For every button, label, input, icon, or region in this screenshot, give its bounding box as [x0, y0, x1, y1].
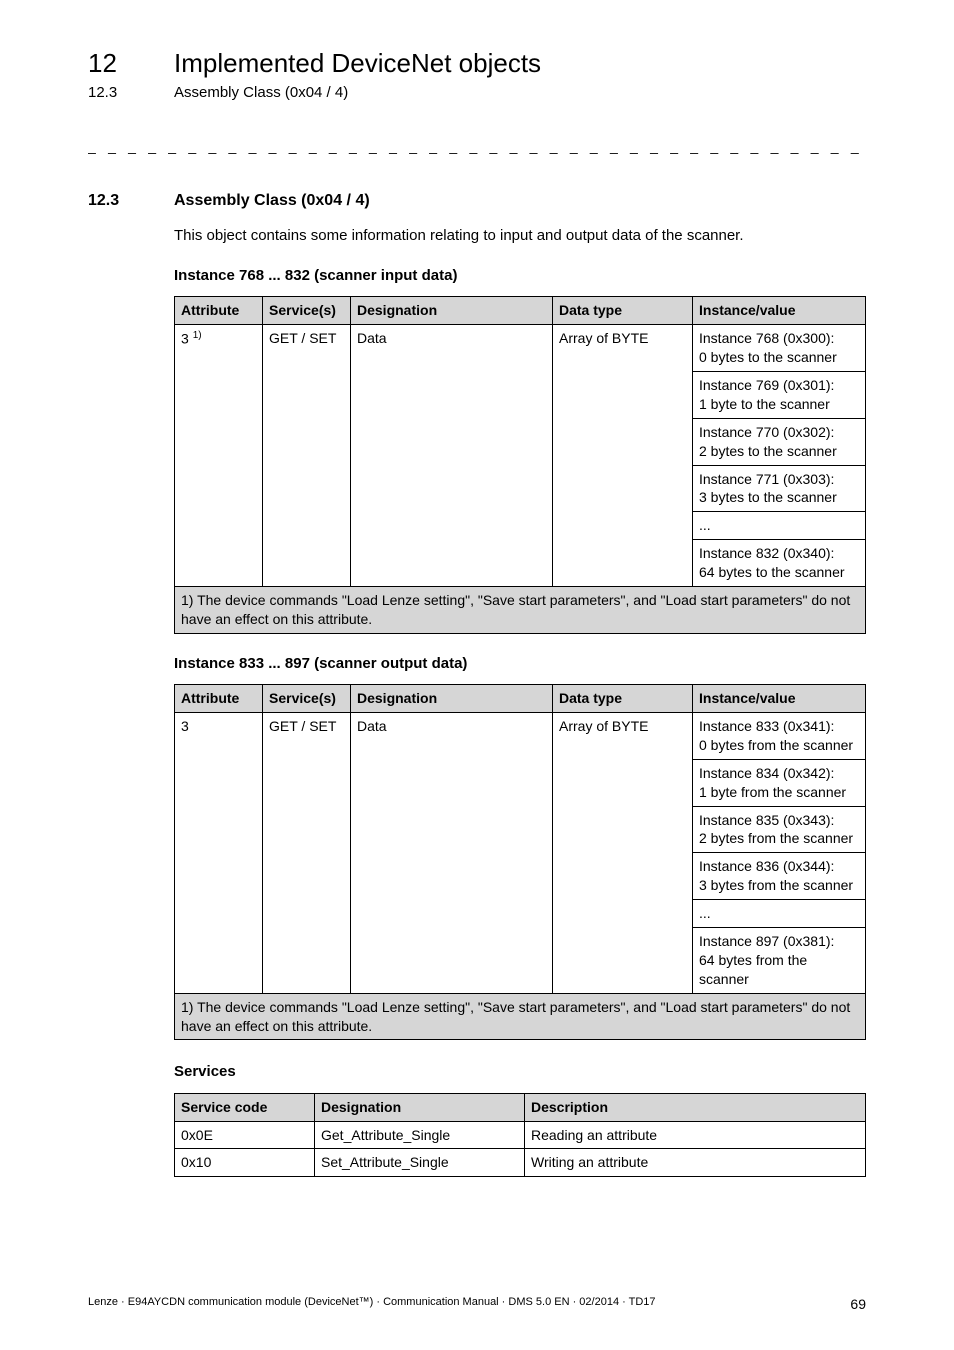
table2-label: Instance 833 ... 897 (scanner output dat…	[174, 654, 866, 674]
chapter-heading: 12 Implemented DeviceNet objects	[88, 46, 866, 81]
chapter-title: Implemented DeviceNet objects	[174, 46, 541, 81]
section-number: 12.3	[88, 190, 174, 212]
page-footer: Lenze · E94AYCDN communication module (D…	[88, 1295, 866, 1314]
cell-datatype: Array of BYTE	[553, 325, 693, 587]
subsection-number: 12.3	[88, 83, 174, 103]
cell-instance: Instance 834 (0x342):1 byte from the sca…	[693, 759, 866, 806]
cell-designation: Data	[351, 712, 553, 993]
th-datatype: Data type	[553, 297, 693, 325]
divider-rule: _ _ _ _ _ _ _ _ _ _ _ _ _ _ _ _ _ _ _ _ …	[88, 137, 866, 156]
page-number: 69	[850, 1295, 866, 1314]
cell-instance: Instance 771 (0x303):3 bytes to the scan…	[693, 465, 866, 512]
footnote-marker: 1)	[193, 330, 202, 341]
cell-footnote: 1) The device commands "Load Lenze setti…	[175, 993, 866, 1040]
th-designation: Designation	[351, 297, 553, 325]
cell-instance: Instance 836 (0x344):3 bytes from the sc…	[693, 853, 866, 900]
chapter-number: 12	[88, 46, 174, 81]
table-row: 3 1) GET / SET Data Array of BYTE Instan…	[175, 325, 866, 372]
cell-service: GET / SET	[263, 712, 351, 993]
table-row: 0x10 Set_Attribute_Single Writing an att…	[175, 1149, 866, 1177]
table-footnote-row: 1) The device commands "Load Lenze setti…	[175, 587, 866, 634]
th-instance: Instance/value	[693, 685, 866, 713]
chapter-subheading: 12.3 Assembly Class (0x04 / 4)	[88, 83, 866, 103]
cell-instance: Instance 770 (0x302):2 bytes to the scan…	[693, 418, 866, 465]
table-footnote-row: 1) The device commands "Load Lenze setti…	[175, 993, 866, 1040]
table-header-row: Attribute Service(s) Designation Data ty…	[175, 685, 866, 713]
cell-instance: Instance 897 (0x381):64 bytes from the s…	[693, 927, 866, 993]
th-designation: Designation	[315, 1093, 525, 1121]
th-attribute: Attribute	[175, 685, 263, 713]
th-service-code: Service code	[175, 1093, 315, 1121]
table2: Attribute Service(s) Designation Data ty…	[174, 684, 866, 1040]
cell-attribute: 3	[175, 712, 263, 993]
cell-service-code: 0x10	[175, 1149, 315, 1177]
table-header-row: Attribute Service(s) Designation Data ty…	[175, 297, 866, 325]
services-label: Services	[174, 1062, 866, 1082]
th-description: Description	[525, 1093, 866, 1121]
th-service: Service(s)	[263, 297, 351, 325]
cell-service: GET / SET	[263, 325, 351, 587]
th-instance: Instance/value	[693, 297, 866, 325]
cell-datatype: Array of BYTE	[553, 712, 693, 993]
cell-service-code: 0x0E	[175, 1121, 315, 1149]
footer-text: Lenze · E94AYCDN communication module (D…	[88, 1295, 656, 1314]
cell-instance: Instance 769 (0x301):1 byte to the scann…	[693, 372, 866, 419]
intro-paragraph: This object contains some information re…	[174, 226, 866, 246]
cell-instance: ...	[693, 512, 866, 540]
table-row: 0x0E Get_Attribute_Single Reading an att…	[175, 1121, 866, 1149]
cell-footnote: 1) The device commands "Load Lenze setti…	[175, 587, 866, 634]
services-table: Service code Designation Description 0x0…	[174, 1093, 866, 1178]
table-header-row: Service code Designation Description	[175, 1093, 866, 1121]
cell-instance: Instance 832 (0x340):64 bytes to the sca…	[693, 540, 866, 587]
section-title: Assembly Class (0x04 / 4)	[174, 190, 370, 212]
th-datatype: Data type	[553, 685, 693, 713]
subsection-title: Assembly Class (0x04 / 4)	[174, 83, 348, 103]
cell-instance: Instance 835 (0x343):2 bytes from the sc…	[693, 806, 866, 853]
cell-designation: Get_Attribute_Single	[315, 1121, 525, 1149]
table1: Attribute Service(s) Designation Data ty…	[174, 296, 866, 633]
th-designation: Designation	[351, 685, 553, 713]
cell-description: Reading an attribute	[525, 1121, 866, 1149]
section-heading: 12.3 Assembly Class (0x04 / 4)	[88, 190, 866, 212]
cell-instance: ...	[693, 900, 866, 928]
cell-designation: Data	[351, 325, 553, 587]
th-attribute: Attribute	[175, 297, 263, 325]
cell-designation: Set_Attribute_Single	[315, 1149, 525, 1177]
cell-attribute: 3 1)	[175, 325, 263, 587]
table1-label: Instance 768 ... 832 (scanner input data…	[174, 266, 866, 286]
cell-instance: Instance 768 (0x300):0 bytes to the scan…	[693, 325, 866, 372]
cell-instance: Instance 833 (0x341):0 bytes from the sc…	[693, 712, 866, 759]
th-service: Service(s)	[263, 685, 351, 713]
cell-description: Writing an attribute	[525, 1149, 866, 1177]
table-row: 3 GET / SET Data Array of BYTE Instance …	[175, 712, 866, 759]
